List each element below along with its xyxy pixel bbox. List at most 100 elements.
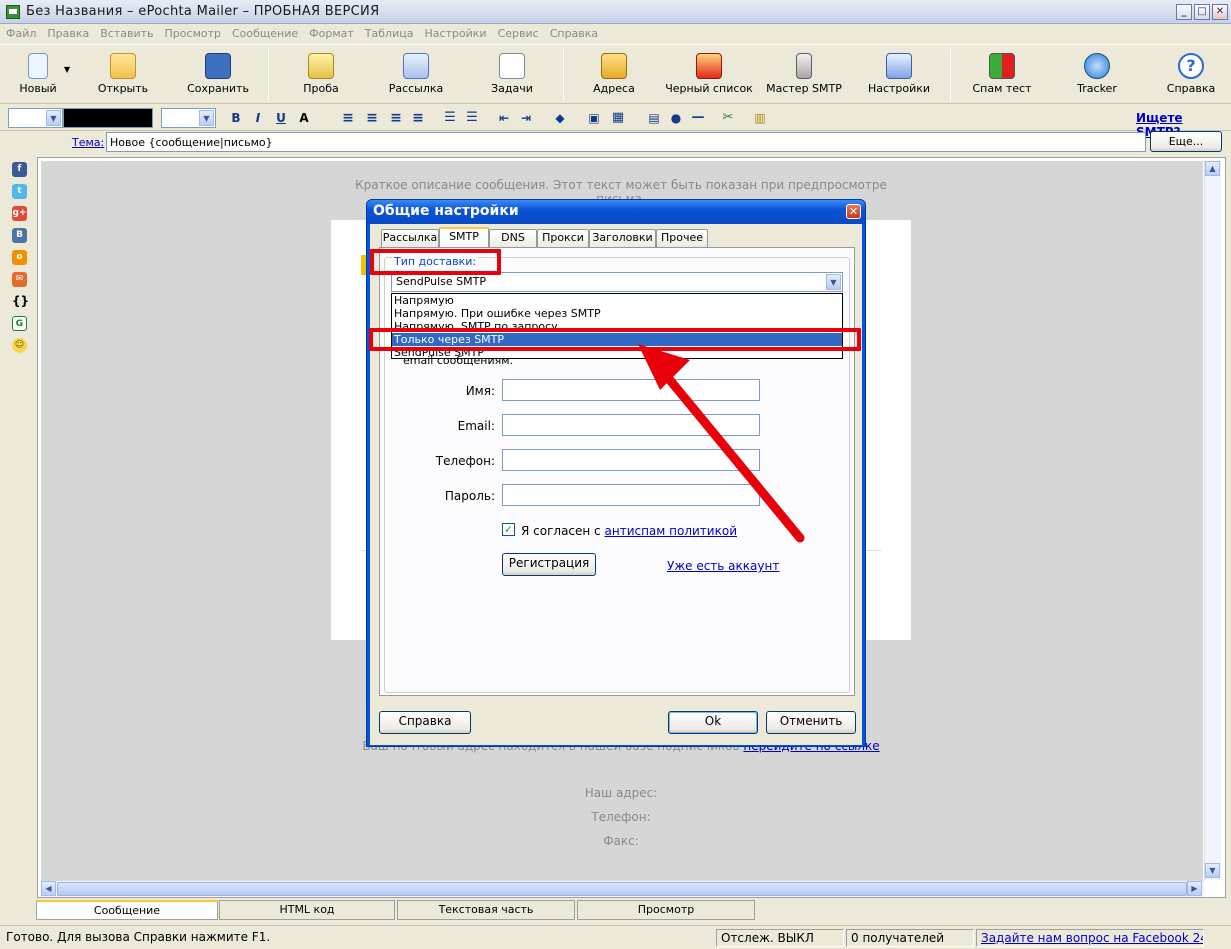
subject-row: Тема: Еще... [0, 131, 1231, 155]
table-icon[interactable]: ▦ [610, 110, 626, 126]
more-button[interactable]: Еще... [1150, 131, 1222, 152]
menu-edit[interactable]: Правка [47, 27, 89, 40]
main-toolbar: Новый ▼ Открыть Сохранить Проба Рассылка… [0, 44, 1231, 104]
menu-message[interactable]: Сообщение [232, 27, 298, 40]
align-left-icon[interactable]: ≡ [340, 110, 356, 126]
addresses-button[interactable]: Адреса [586, 45, 642, 103]
delivery-type-select[interactable]: SendPulse SMTP ▼ [391, 272, 843, 292]
google-plus-icon[interactable]: g+ [12, 206, 27, 221]
chevron-down-icon: ▼ [46, 110, 61, 126]
subject-input[interactable] [106, 132, 1146, 152]
status-bar: Готово. Для вызова Справки нажмите F1. О… [0, 925, 1231, 949]
tasks-button[interactable]: Задачи [482, 45, 542, 103]
vk-icon[interactable]: B [12, 228, 27, 243]
menu-file[interactable]: Файл [6, 27, 36, 40]
window-title: Без Названия – ePochta Mailer – ПРОБНАЯ … [26, 4, 380, 19]
register-button[interactable]: Регистрация [502, 553, 596, 576]
smtp-master-button[interactable]: Мастер SMTP [766, 45, 842, 103]
fax-label: Факс: [603, 834, 639, 848]
minimize-button[interactable]: _ [1176, 4, 1192, 20]
tab-mailing[interactable]: Рассылка [381, 229, 439, 247]
facebook-link[interactable]: Задайте нам вопрос на Facebook 24/7 [976, 929, 1204, 947]
tab-html[interactable]: HTML код [219, 900, 395, 920]
spam-test-button[interactable]: Спам тест [970, 45, 1034, 103]
tab-message[interactable]: Сообщение [36, 900, 218, 920]
indent-icon[interactable]: ⇥ [518, 110, 534, 126]
menu-insert[interactable]: Вставить [100, 27, 153, 40]
tab-smtp[interactable]: SMTP [439, 227, 489, 248]
scroll-thumb[interactable] [57, 882, 1187, 896]
horizontal-line-icon[interactable]: — [690, 110, 706, 126]
delivery-option[interactable]: Напрямую. При ошибке через SMTP [392, 307, 842, 320]
menu-view[interactable]: Просмотр [165, 27, 221, 40]
scroll-left-icon[interactable]: ◀ [41, 881, 56, 896]
new-dropdown-icon[interactable]: ▼ [64, 65, 70, 74]
cut-icon[interactable]: ✂ [720, 110, 736, 126]
palette-icon[interactable]: ● [668, 110, 684, 126]
menu-format[interactable]: Формат [309, 27, 354, 40]
have-account-link[interactable]: Уже есть аккаунт [667, 559, 779, 573]
mail-icon[interactable]: ✉ [12, 272, 27, 287]
send-button[interactable]: Рассылка [384, 45, 448, 103]
tab-other[interactable]: Прочее [656, 229, 708, 247]
scroll-up-icon[interactable]: ▲ [1205, 161, 1220, 176]
scroll-right-icon[interactable]: ▶ [1187, 881, 1202, 896]
agree-checkbox[interactable]: ✓ [502, 523, 515, 536]
warning-icon [696, 53, 722, 79]
dialog-close-icon[interactable]: ✕ [846, 204, 861, 219]
maximize-button[interactable]: □ [1194, 4, 1210, 20]
chevron-down-icon[interactable]: ▼ [826, 274, 841, 290]
outdent-icon[interactable]: ⇤ [496, 110, 512, 126]
horizontal-scrollbar[interactable]: ◀ ▶ [41, 880, 1204, 897]
blacklist-button[interactable]: Черный список [664, 45, 754, 103]
menu-settings[interactable]: Настройки [424, 27, 486, 40]
picture-icon[interactable]: ▤ [646, 110, 662, 126]
font-select[interactable] [63, 108, 153, 128]
subject-label[interactable]: Тема: [72, 136, 104, 149]
google-icon[interactable]: G [12, 316, 27, 331]
font-color-icon[interactable]: A [296, 110, 312, 126]
image-icon[interactable]: ▣ [586, 110, 602, 126]
help-button[interactable]: ? Справка [1164, 45, 1218, 103]
numbered-list-icon[interactable]: ☰ [442, 110, 458, 126]
bold-button[interactable]: B [228, 110, 244, 126]
underline-button[interactable]: U [273, 110, 289, 126]
status-tracking: Отслеж. ВЫКЛ [716, 929, 844, 947]
italic-button[interactable]: I [250, 110, 266, 126]
open-button[interactable]: Открыть [92, 45, 154, 103]
clipboard-icon[interactable]: ▥ [752, 110, 768, 126]
test-button[interactable]: Проба [294, 45, 348, 103]
ok-button[interactable]: Ok [668, 711, 758, 734]
menu-help[interactable]: Справка [550, 27, 598, 40]
menu-service[interactable]: Сервис [498, 27, 539, 40]
delivery-option[interactable]: Напрямую [392, 294, 842, 307]
scroll-down-icon[interactable]: ▼ [1205, 863, 1220, 878]
tab-dns[interactable]: DNS [489, 229, 537, 247]
tab-text-part[interactable]: Текстовая часть [397, 900, 575, 920]
help-dialog-button[interactable]: Справка [379, 711, 471, 734]
size-select[interactable]: ▼ [161, 108, 216, 128]
fill-color-icon[interactable]: ◆ [552, 110, 568, 126]
save-button[interactable]: Сохранить [184, 45, 252, 103]
twitter-icon[interactable]: t [12, 184, 27, 199]
smiley-icon[interactable]: ☺ [12, 338, 27, 353]
tab-proxy[interactable]: Прокси [537, 229, 589, 247]
close-button[interactable]: ✕ [1212, 4, 1228, 20]
cancel-button[interactable]: Отменить [766, 711, 856, 734]
tracker-button[interactable]: Tracker [1070, 45, 1124, 103]
facebook-icon[interactable]: f [12, 162, 27, 177]
floppy-icon [205, 53, 231, 79]
style-select[interactable]: ▼ [8, 108, 63, 128]
align-justify-icon[interactable]: ≡ [410, 110, 426, 126]
new-button[interactable]: Новый [10, 45, 66, 103]
menu-table[interactable]: Таблица [365, 27, 414, 40]
vertical-scrollbar[interactable]: ▲ ▼ [1204, 161, 1221, 880]
settings-button[interactable]: Настройки [866, 45, 932, 103]
odnoklassniki-icon[interactable]: o [12, 250, 27, 265]
braces-icon[interactable]: {} [12, 294, 29, 309]
bullet-list-icon[interactable]: ☰ [464, 110, 480, 126]
tab-headers[interactable]: Заголовки [589, 229, 656, 247]
tab-preview[interactable]: Просмотр [577, 900, 755, 920]
align-right-icon[interactable]: ≡ [388, 110, 404, 126]
align-center-icon[interactable]: ≡ [364, 110, 380, 126]
